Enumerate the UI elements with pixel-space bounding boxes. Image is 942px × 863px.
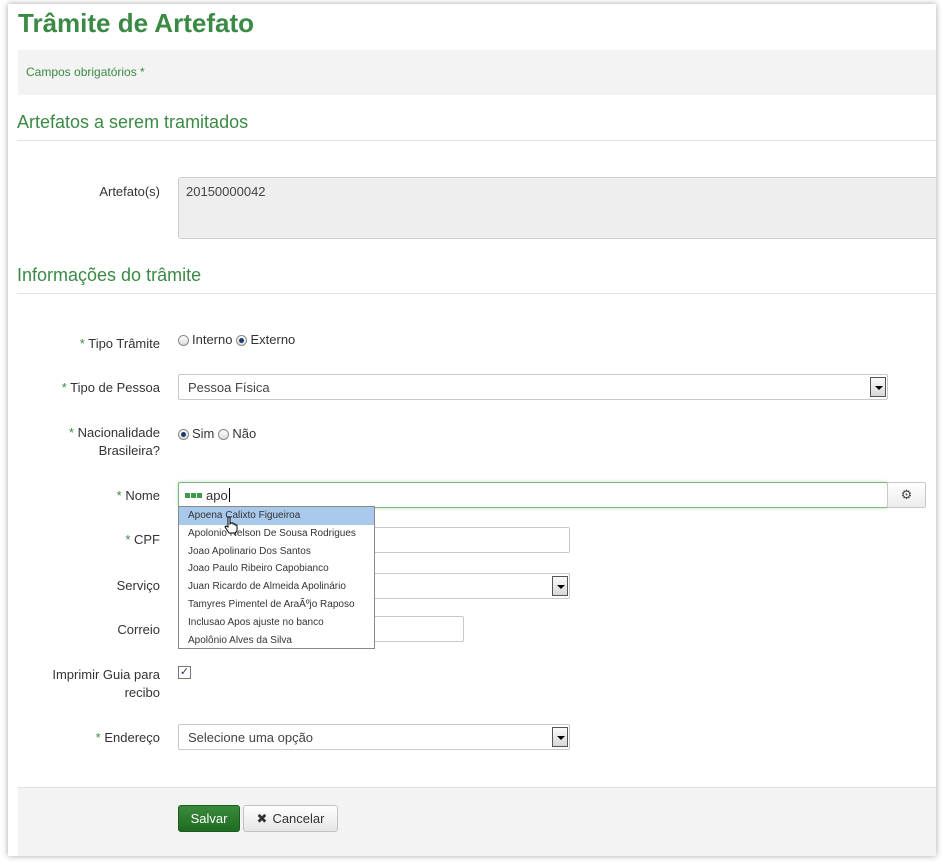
required-mark: * bbox=[79, 336, 85, 351]
tipo-tramite-radio-group: Interno Externo bbox=[178, 332, 299, 347]
endereco-label: * Endereço bbox=[10, 729, 160, 747]
nacionalidade-radio-group: Sim Não bbox=[178, 426, 260, 441]
required-mark: * bbox=[68, 425, 74, 440]
cpf-label: * CPF bbox=[10, 531, 160, 549]
endereco-value: Selecione uma opção bbox=[188, 730, 314, 745]
nacionalidade-label: * Nacionalidade Brasileira? bbox=[10, 424, 160, 460]
imprimir-guia-checkbox[interactable]: ✓ bbox=[178, 666, 191, 679]
nome-label: * Nome bbox=[10, 487, 160, 505]
autocomplete-item[interactable]: Apolônio Alves da Silva bbox=[179, 632, 374, 650]
section-title-informacoes: Informações do trâmite bbox=[17, 265, 202, 285]
radio-nao[interactable] bbox=[218, 429, 230, 440]
dropdown-arrow-icon[interactable] bbox=[552, 727, 568, 747]
autocomplete-item[interactable]: Apolonio Nelson De Sousa Rodrigues bbox=[179, 525, 374, 543]
cpf-text: CPF bbox=[134, 532, 160, 547]
autocomplete-item[interactable]: Inclusao Apos ajuste no banco bbox=[179, 614, 374, 632]
checkmark-icon: ✓ bbox=[179, 666, 190, 678]
cancel-button[interactable]: ✖ Cancelar bbox=[243, 805, 338, 832]
nacionalidade-text-2: Brasileira? bbox=[98, 443, 160, 458]
tipo-pessoa-label: * Tipo de Pessoa bbox=[10, 379, 160, 397]
imprimir-guia-text-1: Imprimir Guia para bbox=[52, 667, 160, 682]
servico-label: Serviço bbox=[116, 578, 160, 593]
gear-icon: ⚙ bbox=[900, 487, 913, 502]
tipo-pessoa-value: Pessoa Física bbox=[188, 380, 270, 395]
page-title: Trâmite de Artefato bbox=[18, 8, 254, 38]
dropdown-arrow-icon[interactable] bbox=[870, 377, 886, 397]
nome-value: apo bbox=[206, 487, 228, 503]
loading-icon bbox=[185, 492, 202, 498]
required-mark: * bbox=[125, 532, 131, 547]
tipo-tramite-text: Tipo Trâmite bbox=[88, 336, 160, 351]
close-icon: ✖ bbox=[256, 810, 268, 826]
imprimir-guia-label: Imprimir Guia para recibo bbox=[10, 666, 160, 702]
cancel-label: Cancelar bbox=[272, 811, 325, 826]
endereco-select[interactable]: Selecione uma opção bbox=[178, 724, 570, 750]
text-caret bbox=[228, 488, 230, 502]
tipo-pessoa-text: Tipo de Pessoa bbox=[70, 380, 160, 395]
required-fields-bar: Campos obrigatórios * bbox=[18, 50, 936, 95]
radio-interno[interactable] bbox=[178, 335, 189, 346]
nome-text: Nome bbox=[125, 488, 160, 503]
hand-cursor-icon bbox=[224, 516, 238, 534]
autocomplete-item[interactable]: Tamyres Pimentel de AraÃºjo Raposo bbox=[179, 596, 374, 614]
nome-autocomplete-list: Apoena Calixto Figueiroa Apolonio Nelson… bbox=[178, 506, 375, 649]
autocomplete-item[interactable]: Juan Ricardo de Almeida Apolinário bbox=[179, 578, 374, 596]
required-mark: * bbox=[95, 730, 101, 745]
section-divider bbox=[17, 293, 936, 294]
required-fields-note: Campos obrigatórios * bbox=[26, 65, 145, 79]
radio-interno-label[interactable]: Interno bbox=[192, 332, 232, 347]
required-mark: * bbox=[116, 488, 122, 503]
dropdown-arrow-icon[interactable] bbox=[552, 576, 568, 596]
radio-externo-label[interactable]: Externo bbox=[250, 332, 295, 347]
required-mark: * bbox=[61, 380, 67, 395]
nome-input[interactable]: apo bbox=[178, 482, 888, 508]
radio-sim[interactable] bbox=[178, 429, 189, 440]
radio-nao-label[interactable]: Não bbox=[232, 426, 256, 441]
autocomplete-item[interactable]: Joao Paulo Ribeiro Capobianco bbox=[179, 560, 374, 578]
nacionalidade-text-1: Nacionalidade bbox=[77, 425, 160, 440]
save-button[interactable]: Salvar bbox=[178, 805, 240, 832]
section-divider bbox=[17, 140, 936, 141]
gear-button[interactable]: ⚙ bbox=[887, 482, 926, 508]
endereco-text: Endereço bbox=[104, 730, 160, 745]
imprimir-guia-text-2: recibo bbox=[124, 685, 160, 700]
autocomplete-item[interactable]: Joao Apolinario Dos Santos bbox=[179, 543, 374, 561]
form-window: Trâmite de Artefato Campos obrigatórios … bbox=[8, 4, 936, 856]
correio-label: Correio bbox=[117, 622, 160, 637]
radio-externo[interactable] bbox=[236, 335, 248, 346]
tipo-tramite-label: * Tipo Trâmite bbox=[10, 335, 160, 353]
section-title-artefatos: Artefatos a serem tramitados bbox=[17, 112, 249, 132]
radio-sim-label[interactable]: Sim bbox=[192, 426, 214, 441]
autocomplete-item[interactable]: Apoena Calixto Figueiroa bbox=[179, 507, 374, 525]
artefatos-label: Artefato(s) bbox=[99, 184, 160, 199]
form-actions-bar bbox=[18, 787, 936, 856]
artefatos-field[interactable]: 20150000042 bbox=[178, 177, 936, 239]
tipo-pessoa-select[interactable]: Pessoa Física bbox=[178, 374, 888, 400]
